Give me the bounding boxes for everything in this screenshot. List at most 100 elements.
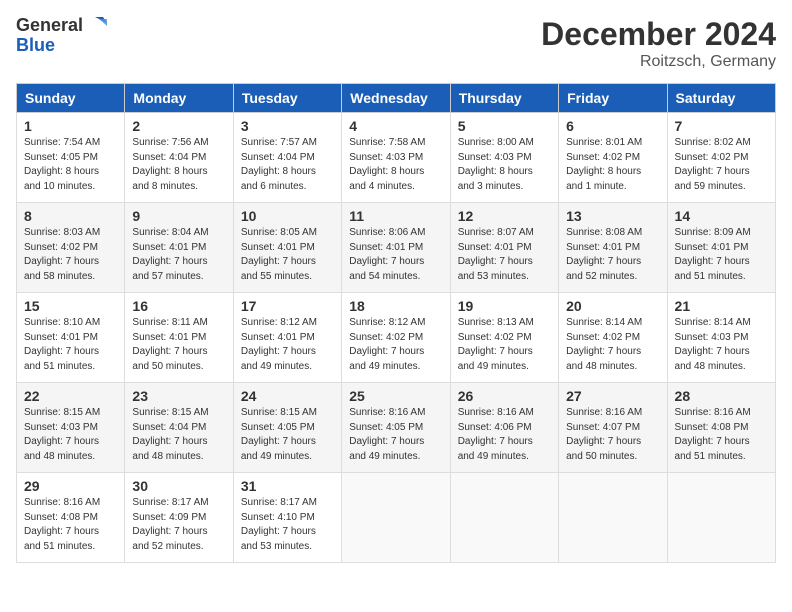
day-number: 28 bbox=[675, 388, 768, 404]
table-row: 3 Sunrise: 7:57 AM Sunset: 4:04 PM Daylig… bbox=[233, 113, 341, 203]
day-number: 23 bbox=[132, 388, 225, 404]
header-saturday: Saturday bbox=[667, 84, 775, 113]
day-info: Sunrise: 8:13 AM Sunset: 4:02 PM Dayligh… bbox=[458, 316, 551, 374]
logo: General Blue bbox=[16, 16, 107, 56]
table-row: 20 Sunrise: 8:14 AM Sunset: 4:02 PM Dayli… bbox=[559, 293, 667, 383]
title-block: December 2024 Roitzsch, Germany bbox=[541, 16, 776, 71]
day-number: 16 bbox=[132, 298, 225, 314]
table-row: 21 Sunrise: 8:14 AM Sunset: 4:03 PM Dayli… bbox=[667, 293, 775, 383]
day-info: Sunrise: 8:06 AM Sunset: 4:01 PM Dayligh… bbox=[349, 226, 442, 284]
day-number: 24 bbox=[241, 388, 334, 404]
table-row: 2 Sunrise: 7:56 AM Sunset: 4:04 PM Daylig… bbox=[125, 113, 233, 203]
day-info: Sunrise: 7:58 AM Sunset: 4:03 PM Dayligh… bbox=[349, 136, 442, 194]
day-info: Sunrise: 8:00 AM Sunset: 4:03 PM Dayligh… bbox=[458, 136, 551, 194]
header-tuesday: Tuesday bbox=[233, 84, 341, 113]
table-row: 11 Sunrise: 8:06 AM Sunset: 4:01 PM Dayli… bbox=[342, 203, 450, 293]
day-number: 5 bbox=[458, 118, 551, 134]
table-row bbox=[342, 473, 450, 563]
day-info: Sunrise: 8:01 AM Sunset: 4:02 PM Dayligh… bbox=[566, 136, 659, 194]
table-row: 10 Sunrise: 8:05 AM Sunset: 4:01 PM Dayli… bbox=[233, 203, 341, 293]
logo-chevron-icon bbox=[85, 16, 107, 36]
day-number: 10 bbox=[241, 208, 334, 224]
day-info: Sunrise: 8:03 AM Sunset: 4:02 PM Dayligh… bbox=[24, 226, 117, 284]
header-friday: Friday bbox=[559, 84, 667, 113]
day-number: 22 bbox=[24, 388, 117, 404]
calendar-week-row: 22 Sunrise: 8:15 AM Sunset: 4:03 PM Dayli… bbox=[17, 383, 776, 473]
day-info: Sunrise: 8:04 AM Sunset: 4:01 PM Dayligh… bbox=[132, 226, 225, 284]
day-number: 27 bbox=[566, 388, 659, 404]
day-info: Sunrise: 8:11 AM Sunset: 4:01 PM Dayligh… bbox=[132, 316, 225, 374]
month-title: December 2024 bbox=[541, 16, 776, 53]
table-row: 9 Sunrise: 8:04 AM Sunset: 4:01 PM Daylig… bbox=[125, 203, 233, 293]
day-number: 8 bbox=[24, 208, 117, 224]
table-row: 17Sunrise: 8:12 AM Sunset: 4:01 PM Dayli… bbox=[233, 293, 341, 383]
header-sunday: Sunday bbox=[17, 84, 125, 113]
table-row: 8 Sunrise: 8:03 AM Sunset: 4:02 PM Daylig… bbox=[17, 203, 125, 293]
day-info: Sunrise: 8:12 AM Sunset: 4:02 PM Dayligh… bbox=[349, 316, 442, 374]
day-number: 11 bbox=[349, 208, 442, 224]
day-number: 17 bbox=[241, 298, 334, 314]
table-row: 25 Sunrise: 8:16 AM Sunset: 4:05 PM Dayli… bbox=[342, 383, 450, 473]
table-row: 19Sunrise: 8:13 AM Sunset: 4:02 PM Dayli… bbox=[450, 293, 558, 383]
day-info: Sunrise: 8:14 AM Sunset: 4:02 PM Dayligh… bbox=[566, 316, 659, 374]
day-info: Sunrise: 8:16 AM Sunset: 4:08 PM Dayligh… bbox=[24, 496, 117, 554]
day-info: Sunrise: 8:16 AM Sunset: 4:08 PM Dayligh… bbox=[675, 406, 768, 464]
day-number: 2 bbox=[132, 118, 225, 134]
day-number: 25 bbox=[349, 388, 442, 404]
table-row: 6Sunrise: 8:01 AM Sunset: 4:02 PM Daylig… bbox=[559, 113, 667, 203]
table-row bbox=[450, 473, 558, 563]
day-number: 18 bbox=[349, 298, 442, 314]
day-info: Sunrise: 8:05 AM Sunset: 4:01 PM Dayligh… bbox=[241, 226, 334, 284]
day-info: Sunrise: 8:17 AM Sunset: 4:09 PM Dayligh… bbox=[132, 496, 225, 554]
calendar-week-row: 29 Sunrise: 8:16 AM Sunset: 4:08 PM Dayli… bbox=[17, 473, 776, 563]
table-row: 23 Sunrise: 8:15 AM Sunset: 4:04 PM Dayli… bbox=[125, 383, 233, 473]
table-row: 27 Sunrise: 8:16 AM Sunset: 4:07 PM Dayli… bbox=[559, 383, 667, 473]
day-number: 31 bbox=[241, 478, 334, 494]
table-row: 13 Sunrise: 8:08 AM Sunset: 4:01 PM Dayli… bbox=[559, 203, 667, 293]
day-info: Sunrise: 8:16 AM Sunset: 4:05 PM Dayligh… bbox=[349, 406, 442, 464]
table-row: 31Sunrise: 8:17 AM Sunset: 4:10 PM Dayli… bbox=[233, 473, 341, 563]
day-number: 4 bbox=[349, 118, 442, 134]
day-info: Sunrise: 7:56 AM Sunset: 4:04 PM Dayligh… bbox=[132, 136, 225, 194]
day-number: 26 bbox=[458, 388, 551, 404]
table-row: 1Sunrise: 7:54 AM Sunset: 4:05 PM Daylig… bbox=[17, 113, 125, 203]
table-row: 7Sunrise: 8:02 AM Sunset: 4:02 PM Daylig… bbox=[667, 113, 775, 203]
day-number: 12 bbox=[458, 208, 551, 224]
day-info: Sunrise: 8:10 AM Sunset: 4:01 PM Dayligh… bbox=[24, 316, 117, 374]
day-info: Sunrise: 8:14 AM Sunset: 4:03 PM Dayligh… bbox=[675, 316, 768, 374]
day-number: 15 bbox=[24, 298, 117, 314]
day-info: Sunrise: 8:08 AM Sunset: 4:01 PM Dayligh… bbox=[566, 226, 659, 284]
day-number: 9 bbox=[132, 208, 225, 224]
day-number: 13 bbox=[566, 208, 659, 224]
day-info: Sunrise: 8:15 AM Sunset: 4:03 PM Dayligh… bbox=[24, 406, 117, 464]
table-row bbox=[667, 473, 775, 563]
calendar-week-row: 15 Sunrise: 8:10 AM Sunset: 4:01 PM Dayli… bbox=[17, 293, 776, 383]
table-row: 28 Sunrise: 8:16 AM Sunset: 4:08 PM Dayli… bbox=[667, 383, 775, 473]
day-number: 20 bbox=[566, 298, 659, 314]
table-row bbox=[559, 473, 667, 563]
day-number: 14 bbox=[675, 208, 768, 224]
day-info: Sunrise: 8:16 AM Sunset: 4:07 PM Dayligh… bbox=[566, 406, 659, 464]
day-info: Sunrise: 8:02 AM Sunset: 4:02 PM Dayligh… bbox=[675, 136, 768, 194]
day-number: 29 bbox=[24, 478, 117, 494]
header-monday: Monday bbox=[125, 84, 233, 113]
day-number: 21 bbox=[675, 298, 768, 314]
weekday-header-row: Sunday Monday Tuesday Wednesday Thursday… bbox=[17, 84, 776, 113]
calendar-week-row: 1Sunrise: 7:54 AM Sunset: 4:05 PM Daylig… bbox=[17, 113, 776, 203]
table-row: 5 Sunrise: 8:00 AM Sunset: 4:03 PM Daylig… bbox=[450, 113, 558, 203]
header-wednesday: Wednesday bbox=[342, 84, 450, 113]
page-header: General Blue December 2024 Roitzsch, Ger… bbox=[16, 16, 776, 71]
logo-general: General bbox=[16, 16, 83, 36]
day-number: 3 bbox=[241, 118, 334, 134]
day-number: 30 bbox=[132, 478, 225, 494]
table-row: 4 Sunrise: 7:58 AM Sunset: 4:03 PM Daylig… bbox=[342, 113, 450, 203]
day-info: Sunrise: 8:09 AM Sunset: 4:01 PM Dayligh… bbox=[675, 226, 768, 284]
table-row: 18 Sunrise: 8:12 AM Sunset: 4:02 PM Dayli… bbox=[342, 293, 450, 383]
location: Roitzsch, Germany bbox=[541, 53, 776, 71]
day-number: 1 bbox=[24, 118, 117, 134]
day-info: Sunrise: 8:15 AM Sunset: 4:04 PM Dayligh… bbox=[132, 406, 225, 464]
table-row: 12Sunrise: 8:07 AM Sunset: 4:01 PM Dayli… bbox=[450, 203, 558, 293]
table-row: 24Sunrise: 8:15 AM Sunset: 4:05 PM Dayli… bbox=[233, 383, 341, 473]
table-row: 16 Sunrise: 8:11 AM Sunset: 4:01 PM Dayli… bbox=[125, 293, 233, 383]
day-info: Sunrise: 7:57 AM Sunset: 4:04 PM Dayligh… bbox=[241, 136, 334, 194]
